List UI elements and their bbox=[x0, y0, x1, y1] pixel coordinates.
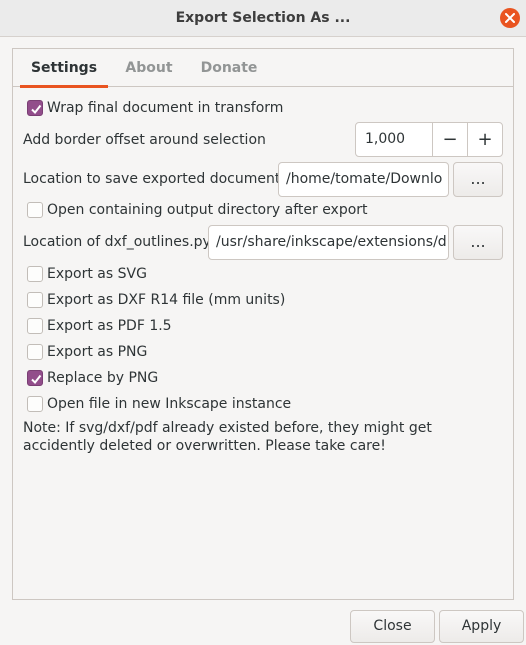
open-dir-checkbox[interactable] bbox=[27, 202, 43, 218]
checkmark-icon bbox=[31, 374, 42, 385]
browse-save-location-button[interactable]: ... bbox=[453, 162, 503, 197]
increment-button[interactable]: + bbox=[467, 123, 502, 156]
border-offset-spinbutton[interactable]: 1,000 − + bbox=[355, 122, 503, 157]
dxf-location-input[interactable]: /usr/share/inkscape/extensions/d bbox=[208, 225, 449, 260]
export-pdf-checkbox[interactable] bbox=[27, 318, 43, 334]
border-offset-label: Add border offset around selection bbox=[23, 132, 266, 148]
open-new-instance-label[interactable]: Open file in new Inkscape instance bbox=[47, 395, 291, 413]
wrap-transform-checkbox[interactable] bbox=[27, 100, 43, 116]
warning-note: Note: If svg/dxf/pdf already existed bef… bbox=[23, 420, 432, 454]
export-png-checkbox[interactable] bbox=[27, 344, 43, 360]
dxf-location-label: Location of dxf_outlines.py bbox=[23, 234, 211, 250]
open-new-instance-checkbox[interactable] bbox=[27, 396, 43, 412]
window-title: Export Selection As ... bbox=[175, 10, 351, 26]
export-pdf-label[interactable]: Export as PDF 1.5 bbox=[47, 317, 172, 335]
close-icon bbox=[505, 13, 515, 23]
close-window-button[interactable] bbox=[500, 8, 520, 28]
wrap-transform-label[interactable]: Wrap final document in transform bbox=[47, 99, 283, 117]
browse-dxf-location-button[interactable]: ... bbox=[453, 225, 503, 260]
apply-button[interactable]: Apply bbox=[439, 610, 524, 643]
save-location-input[interactable]: /home/tomate/Downlo bbox=[278, 162, 449, 197]
dxf-location-value: /usr/share/inkscape/extensions/d bbox=[216, 234, 447, 250]
tab-about[interactable]: About bbox=[117, 49, 181, 87]
save-location-label: Location to save exported documents bbox=[23, 171, 288, 187]
export-dxf-label[interactable]: Export as DXF R14 file (mm units) bbox=[47, 291, 285, 309]
replace-png-label[interactable]: Replace by PNG bbox=[47, 369, 158, 387]
export-svg-checkbox[interactable] bbox=[27, 266, 43, 282]
export-dxf-checkbox[interactable] bbox=[27, 292, 43, 308]
save-location-value: /home/tomate/Downlo bbox=[286, 171, 443, 187]
export-png-label[interactable]: Export as PNG bbox=[47, 343, 147, 361]
open-dir-label[interactable]: Open containing output directory after e… bbox=[47, 201, 368, 219]
replace-png-checkbox[interactable] bbox=[27, 370, 43, 386]
tab-bar: Settings About Donate bbox=[13, 49, 513, 88]
border-offset-value[interactable]: 1,000 bbox=[365, 131, 405, 147]
tab-donate[interactable]: Donate bbox=[193, 49, 265, 87]
title-bar: Export Selection As ... bbox=[0, 0, 526, 37]
checkmark-icon bbox=[31, 104, 42, 115]
tab-settings[interactable]: Settings bbox=[20, 49, 108, 88]
close-button[interactable]: Close bbox=[350, 610, 435, 643]
export-svg-label[interactable]: Export as SVG bbox=[47, 265, 147, 283]
decrement-button[interactable]: − bbox=[432, 123, 467, 156]
